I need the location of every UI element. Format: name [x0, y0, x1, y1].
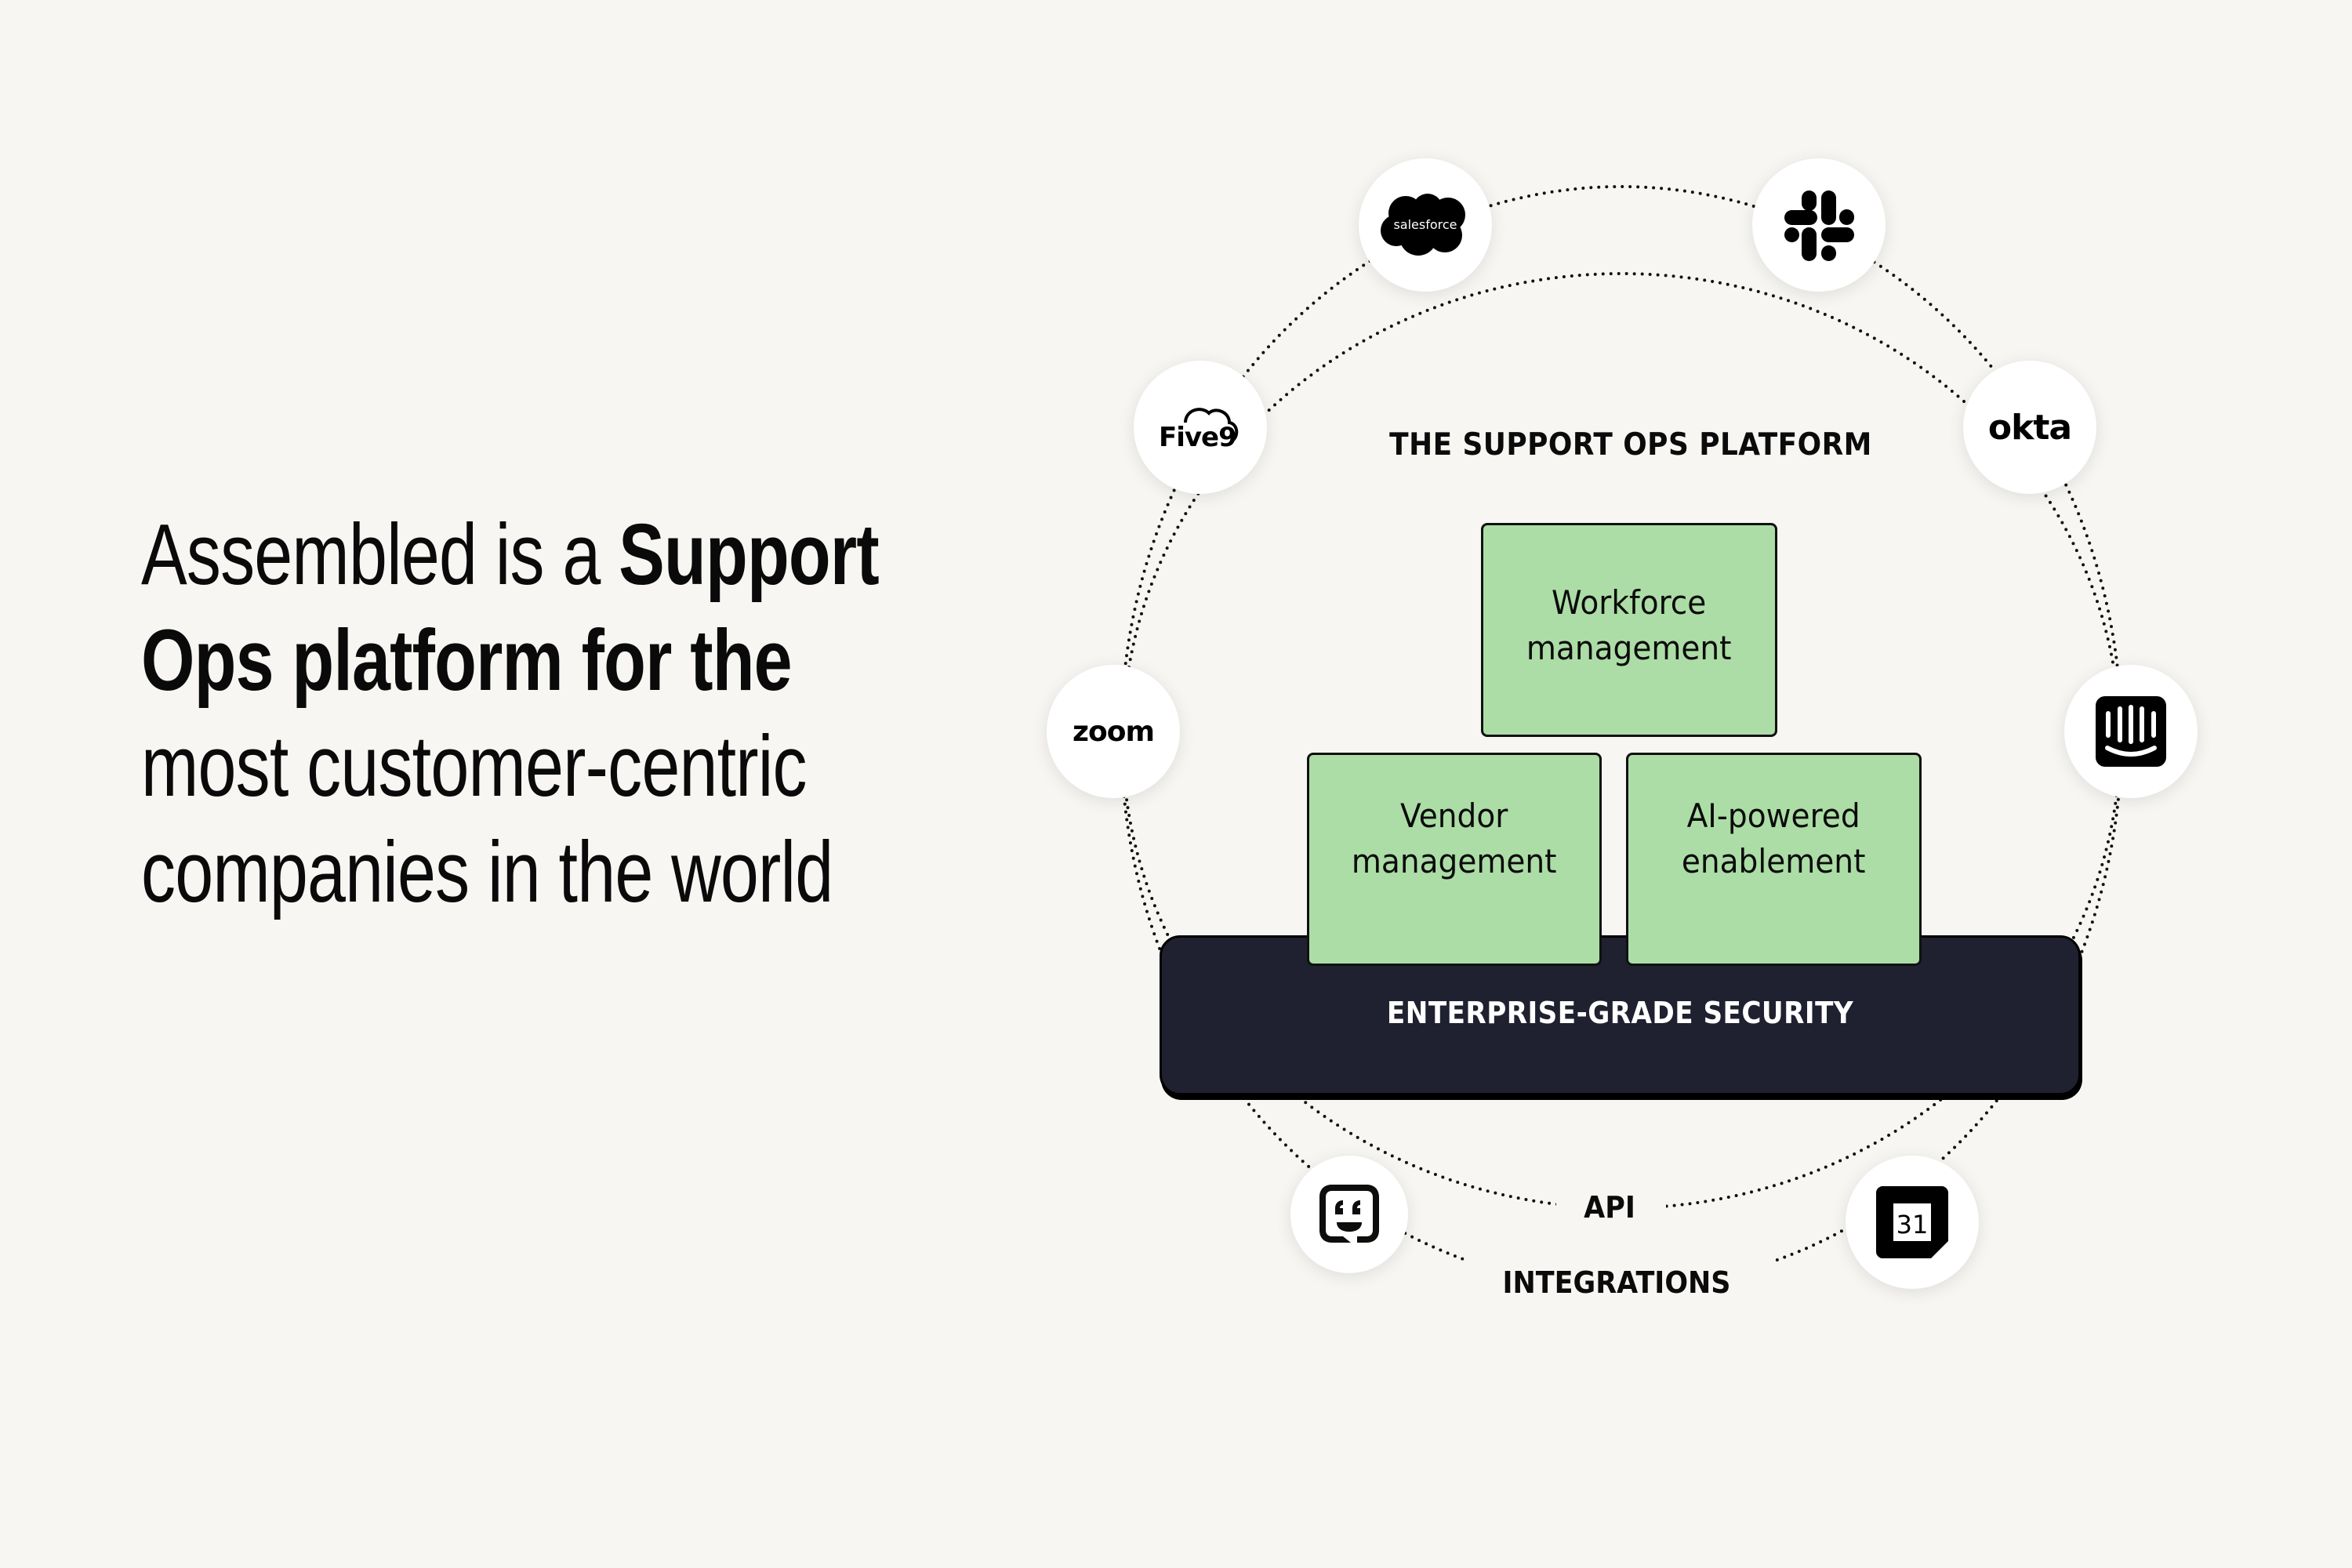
- integration-salesforce[interactable]: salesforce: [1359, 158, 1492, 292]
- foundation-label: ENTERPRISE-GRADE SECURITY: [1386, 996, 1854, 1030]
- okta-wordmark-icon: okta: [1987, 407, 2072, 448]
- five9-wordmark: Five9: [1159, 422, 1236, 452]
- capability-line: AI-powered: [1686, 797, 1861, 835]
- platform-title: THE SUPPORT OPS PLATFORM: [1389, 427, 1872, 463]
- capability-line: management: [1352, 842, 1557, 880]
- integration-okta[interactable]: okta: [1963, 361, 2096, 494]
- capability-label: AI-powered enablement: [1682, 793, 1866, 884]
- salesforce-cloud-icon: salesforce: [1381, 194, 1465, 256]
- outer-ring-integrations: [1120, 185, 2123, 1289]
- capability-workforce-management[interactable]: Workforce management: [1481, 523, 1777, 737]
- intercom-face-icon: [2096, 696, 2166, 767]
- capability-vendor-management[interactable]: Vendor management: [1307, 753, 1602, 966]
- calendar-31-icon: 31: [1876, 1186, 1948, 1258]
- capability-line: Workforce: [1552, 583, 1707, 622]
- integration-calendar[interactable]: 31: [1846, 1156, 1979, 1289]
- capability-line: enablement: [1682, 842, 1866, 880]
- capability-line: management: [1526, 628, 1732, 667]
- integration-intercom[interactable]: [2064, 665, 2198, 798]
- salesforce-wordmark: salesforce: [1393, 217, 1457, 232]
- integration-five9[interactable]: Five9: [1134, 361, 1267, 494]
- integration-zoom[interactable]: zoom: [1047, 665, 1180, 798]
- ring-label-api: API: [1584, 1190, 1635, 1225]
- integration-slack[interactable]: [1752, 158, 1886, 292]
- capability-label: Vendor management: [1352, 793, 1557, 884]
- capability-label: Workforce management: [1526, 580, 1732, 671]
- calendar-date: 31: [1896, 1210, 1929, 1240]
- slack-hash-icon: [1784, 191, 1854, 261]
- ring-label-integrations: INTEGRATIONS: [1502, 1265, 1731, 1300]
- integration-rings: [1120, 185, 2123, 1313]
- five9-cloud-icon: Five9: [1159, 408, 1239, 452]
- capability-line: Vendor: [1400, 797, 1508, 835]
- zoom-wordmark-icon: zoom: [1073, 715, 1155, 748]
- integration-chat[interactable]: [1290, 1156, 1408, 1273]
- chat-bubble-face-icon: [1319, 1185, 1379, 1243]
- capability-ai-powered-enablement[interactable]: AI-powered enablement: [1626, 753, 1922, 966]
- foundation-enterprise-security[interactable]: ENTERPRISE-GRADE SECURITY: [1160, 935, 2081, 1095]
